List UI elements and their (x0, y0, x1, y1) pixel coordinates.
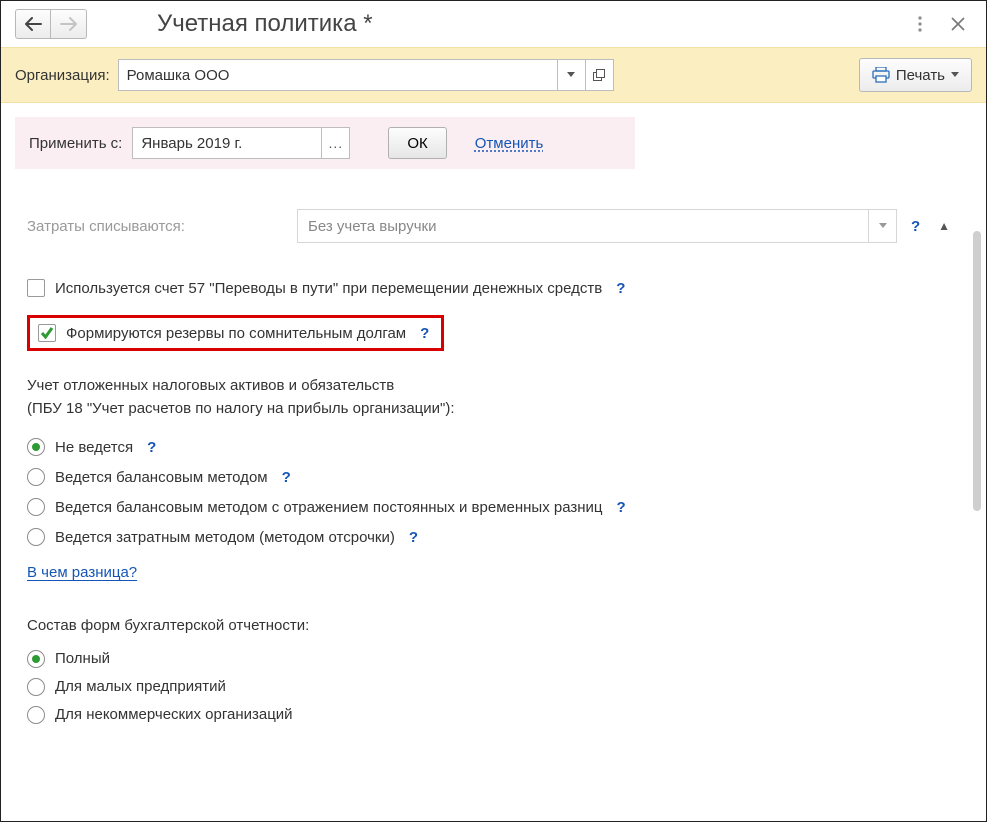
reserves-label: Формируются резервы по сомнительным долг… (66, 325, 406, 342)
forward-button[interactable] (51, 9, 87, 39)
vertical-scrollbar[interactable] (972, 231, 982, 811)
expenses-label: Затраты списываются: (27, 218, 287, 235)
chevron-down-icon (567, 72, 575, 78)
organization-input[interactable] (118, 59, 558, 91)
account57-help[interactable]: ? (612, 280, 629, 297)
tax-radio-0[interactable] (27, 438, 45, 456)
difference-link[interactable]: В чем разница? (27, 564, 137, 581)
apply-date-field: ... (132, 127, 350, 159)
tax-option-3: Ведется затратным методом (методом отсро… (27, 528, 960, 546)
section-collapse-button[interactable]: ▲ (934, 219, 954, 233)
form-content: Затраты списываются: Без учета выручки ?… (1, 169, 986, 821)
expenses-dropdown-button[interactable] (869, 209, 897, 243)
tax-radio-3-label: Ведется затратным методом (методом отсро… (55, 529, 395, 546)
apply-date-picker-button[interactable]: ... (322, 127, 350, 159)
checkmark-icon (40, 326, 54, 340)
tax-radio-3[interactable] (27, 528, 45, 546)
organization-field (118, 59, 614, 91)
open-external-icon (593, 69, 605, 81)
tax-radio-2-help[interactable]: ? (613, 499, 630, 516)
organization-open-button[interactable] (586, 59, 614, 91)
tax-radio-1-help[interactable]: ? (278, 469, 295, 486)
kebab-icon (918, 16, 922, 32)
report-forms-label: Состав форм бухгалтерской отчетности: (27, 615, 960, 638)
close-icon (951, 17, 965, 31)
window-title: Учетная политика * (97, 10, 896, 38)
window-root: Учетная политика * Организация: Печать П… (0, 0, 987, 822)
tax-radio-0-help[interactable]: ? (143, 439, 160, 456)
scroll-thumb[interactable] (973, 231, 981, 511)
reserves-highlight: Формируются резервы по сомнительным долг… (27, 315, 444, 351)
ok-button[interactable]: ОК (388, 127, 446, 159)
chevron-down-icon (879, 223, 887, 229)
tax-option-0: Не ведется ? (27, 438, 960, 456)
account57-checkbox[interactable] (27, 279, 45, 297)
organization-dropdown-button[interactable] (558, 59, 586, 91)
tax-option-1: Ведется балансовым методом ? (27, 468, 960, 486)
report-radio-0[interactable] (27, 650, 45, 668)
printer-icon (872, 67, 890, 83)
reserves-help[interactable]: ? (416, 325, 433, 342)
tax-radio-2-label: Ведется балансовым методом с отражением … (55, 499, 603, 516)
more-menu-button[interactable] (906, 10, 934, 38)
report-option-2: Для некоммерческих организаций (27, 706, 960, 724)
expenses-select: Без учета выручки (297, 209, 897, 243)
arrow-right-icon (60, 17, 78, 31)
account57-row: Используется счет 57 "Переводы в пути" п… (27, 279, 960, 297)
report-option-0: Полный (27, 650, 960, 668)
expenses-help[interactable]: ? (907, 218, 924, 235)
arrow-left-icon (24, 17, 42, 31)
report-radio-1-label: Для малых предприятий (55, 678, 226, 695)
apply-date-input[interactable] (132, 127, 322, 159)
expenses-value[interactable]: Без учета выручки (297, 209, 869, 243)
print-label: Печать (896, 67, 945, 84)
expenses-row: Затраты списываются: Без учета выручки ?… (27, 209, 960, 243)
chevron-down-icon (951, 72, 959, 78)
tax-heading-line1: Учет отложенных налоговых активов и обяз… (27, 375, 960, 398)
report-radio-0-label: Полный (55, 650, 110, 667)
apply-bar: Применить с: ... ОК Отменить (15, 117, 635, 169)
tax-radio-3-help[interactable]: ? (405, 529, 422, 546)
nav-group (15, 9, 87, 39)
back-button[interactable] (15, 9, 51, 39)
reserves-checkbox[interactable] (38, 324, 56, 342)
report-forms-group: Полный Для малых предприятий Для некомме… (27, 650, 960, 724)
tax-radio-1-label: Ведется балансовым методом (55, 469, 268, 486)
report-option-1: Для малых предприятий (27, 678, 960, 696)
apply-label: Применить с: (29, 135, 122, 152)
report-radio-2-label: Для некоммерческих организаций (55, 706, 293, 723)
tax-radio-0-label: Не ведется (55, 439, 133, 456)
tax-radio-1[interactable] (27, 468, 45, 486)
tax-radio-group: Не ведется ? Ведется балансовым методом … (27, 438, 960, 546)
print-button[interactable]: Печать (859, 58, 972, 92)
tax-option-2: Ведется балансовым методом с отражением … (27, 498, 960, 516)
tax-block: Учет отложенных налоговых активов и обяз… (27, 375, 960, 420)
organization-label: Организация: (15, 67, 110, 84)
close-button[interactable] (944, 10, 972, 38)
report-radio-1[interactable] (27, 678, 45, 696)
report-radio-2[interactable] (27, 706, 45, 724)
title-bar: Учетная политика * (1, 1, 986, 47)
organization-toolbar: Организация: Печать (1, 47, 986, 103)
tax-heading-line2: (ПБУ 18 "Учет расчетов по налогу на приб… (27, 398, 960, 421)
cancel-link[interactable]: Отменить (475, 135, 544, 152)
tax-radio-2[interactable] (27, 498, 45, 516)
account57-label: Используется счет 57 "Переводы в пути" п… (55, 280, 602, 297)
